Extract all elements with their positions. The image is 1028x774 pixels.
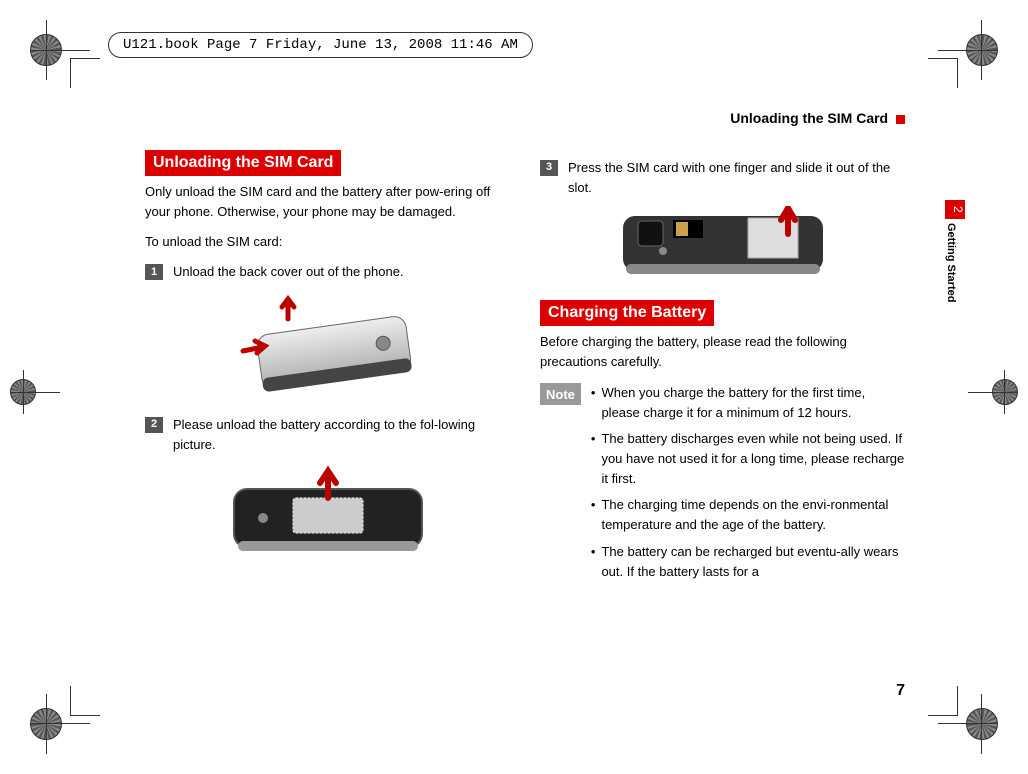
step-3: 3 Press the SIM card with one finger and… bbox=[540, 158, 905, 198]
step-2: 2 Please unload the battery according to… bbox=[145, 415, 510, 455]
trim-corner bbox=[918, 58, 958, 98]
crop-mark-mid-right bbox=[968, 370, 1018, 420]
running-head-text: Unloading the SIM Card bbox=[730, 110, 888, 126]
right-column: 3 Press the SIM card with one finger and… bbox=[540, 150, 905, 588]
trim-corner bbox=[70, 676, 110, 716]
step-text: Press the SIM card with one finger and s… bbox=[568, 158, 905, 198]
running-head: Unloading the SIM Card bbox=[730, 110, 905, 126]
note-block: Note •When you charge the battery for th… bbox=[540, 383, 905, 588]
document-meta-header: U121.book Page 7 Friday, June 13, 2008 1… bbox=[108, 32, 533, 58]
chapter-number-badge: 2 bbox=[945, 200, 965, 219]
page-content: Unloading the SIM Card 2 Getting Started… bbox=[145, 90, 905, 690]
figure-sim-slide bbox=[540, 206, 905, 286]
page-number: 7 bbox=[896, 682, 905, 700]
step-1: 1 Unload the back cover out of the phone… bbox=[145, 262, 510, 282]
step-text: Please unload the battery according to t… bbox=[173, 415, 510, 455]
side-tab: 2 Getting Started bbox=[945, 200, 965, 302]
note-item: The battery discharges even while not be… bbox=[601, 429, 905, 489]
trim-corner bbox=[70, 58, 110, 98]
section-heading-charging: Charging the Battery bbox=[540, 300, 714, 326]
intro-text: Only unload the SIM card and the battery… bbox=[145, 182, 510, 222]
left-column: Unloading the SIM Card Only unload the S… bbox=[145, 150, 510, 588]
running-head-marker-icon bbox=[896, 115, 905, 124]
step-text: Unload the back cover out of the phone. bbox=[173, 262, 404, 282]
intro-text-2: To unload the SIM card: bbox=[145, 232, 510, 252]
section-heading-unloading-sim: Unloading the SIM Card bbox=[145, 150, 341, 176]
note-list: •When you charge the battery for the fir… bbox=[591, 383, 905, 588]
note-item: The battery can be recharged but eventu-… bbox=[601, 542, 905, 582]
figure-battery bbox=[145, 463, 510, 563]
note-item: When you charge the battery for the firs… bbox=[601, 383, 905, 423]
note-badge: Note bbox=[540, 383, 581, 405]
step-number-badge: 3 bbox=[540, 160, 558, 176]
charging-intro: Before charging the battery, please read… bbox=[540, 332, 905, 372]
crop-mark-mid-left bbox=[10, 370, 60, 420]
trim-corner bbox=[918, 676, 958, 716]
note-item: The charging time depends on the envi-ro… bbox=[601, 495, 905, 535]
step-number-badge: 1 bbox=[145, 264, 163, 280]
chapter-title-vertical: Getting Started bbox=[945, 219, 957, 302]
step-number-badge: 2 bbox=[145, 417, 163, 433]
figure-back-cover bbox=[145, 291, 510, 401]
